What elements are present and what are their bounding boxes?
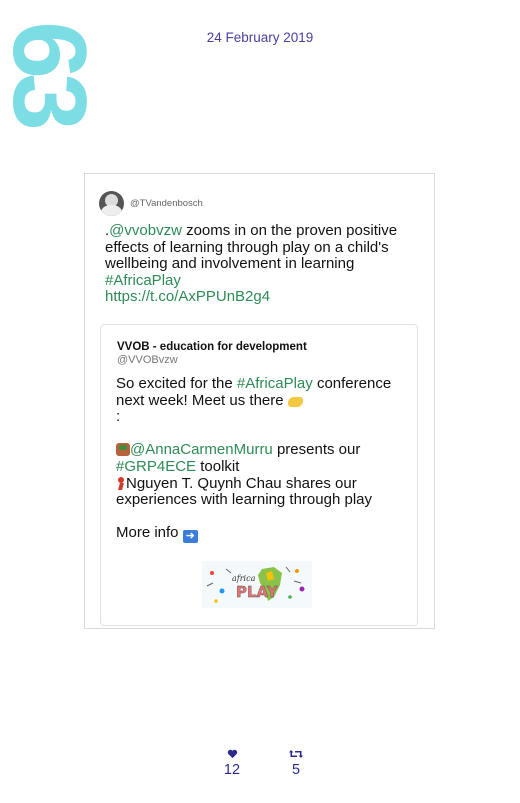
post-date: 24 February 2019 (206, 30, 314, 45)
quoted-line1: So excited for the (116, 375, 237, 392)
quoted-text: So excited for the #AfricaPlay conferenc… (116, 375, 414, 544)
retweets-stat[interactable]: 5 (276, 748, 316, 778)
avatar[interactable] (99, 190, 124, 216)
svg-text:africa: africa (232, 574, 256, 583)
quoted-author-handle[interactable]: @VVOBvzw (117, 354, 178, 366)
quoted-line3: Nguyen T. Quynh Chau shares our experien… (116, 474, 372, 509)
africa-play-logo-image[interactable]: africa PLAY (202, 561, 312, 608)
more-info-text: More info (116, 524, 179, 542)
quoted-presents-text: presents our (272, 441, 361, 459)
people-emoji-icon (116, 443, 130, 457)
quoted-line1-end: : (116, 408, 121, 426)
heart-icon (227, 749, 237, 759)
retweets-count: 5 (291, 762, 301, 778)
svg-text:PLAY: PLAY (236, 583, 279, 601)
tweet-text: .@vvobvzw zooms in on the proven positiv… (105, 222, 425, 306)
right-arrow-icon: ➜ (182, 530, 198, 544)
quoted-tweet[interactable]: VVOB - education for development @VVOBvz… (100, 324, 418, 626)
hashtag-link[interactable]: #AfricaPlay (105, 272, 181, 289)
africa-play-logo: africa PLAY (206, 566, 305, 603)
url-link[interactable]: https://t.co/AxPPUnB2g4 (105, 288, 270, 306)
likes-stat[interactable]: 12 (212, 748, 252, 778)
quoted-author-name[interactable]: VVOB - education for development (117, 341, 307, 353)
author-handle[interactable]: @TVandenbosch (130, 198, 203, 209)
dancer-emoji-icon (116, 476, 126, 490)
likes-count: 12 (223, 762, 241, 778)
tweet-author[interactable]: @TVandenbosch (99, 190, 203, 216)
tweet-card[interactable]: @TVandenbosch .@vvobvzw zooms in on the … (84, 173, 435, 629)
retweet-icon (289, 750, 303, 758)
clapping-hands-icon (287, 396, 303, 407)
quoted-mention-link[interactable]: @AnnaCarmenMurru (130, 441, 273, 459)
mention-link[interactable]: @vvobvzw (109, 222, 182, 239)
quoted-hashtag-link[interactable]: #AfricaPlay (237, 375, 313, 392)
grp4ece-hashtag-link[interactable]: #GRP4ECE (116, 458, 196, 475)
quoted-toolkit-text: toolkit (196, 457, 240, 475)
